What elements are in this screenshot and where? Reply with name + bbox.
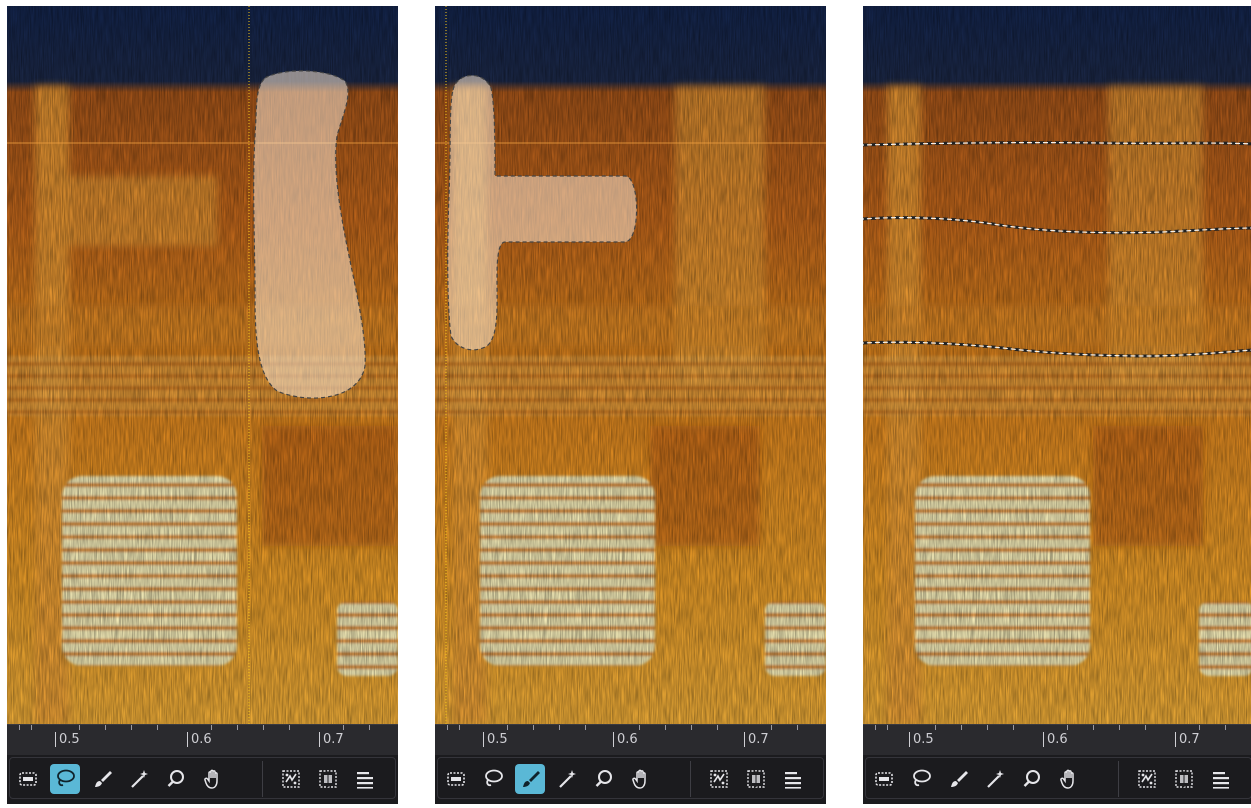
ruler-label: 0.5 <box>909 732 934 747</box>
magnifier-icon <box>595 770 612 787</box>
find-similar-selection-button[interactable] <box>1169 764 1199 794</box>
grab-scroll-button[interactable] <box>198 764 228 794</box>
toggle-list-button[interactable] <box>1206 764 1236 794</box>
selection-toolbar <box>435 755 826 804</box>
hand-icon <box>204 769 218 789</box>
lasso-icon <box>485 769 503 787</box>
ruler-label: 0.7 <box>744 732 769 747</box>
magnifier-icon <box>1023 770 1040 787</box>
lasso-selection-button[interactable] <box>906 764 936 794</box>
ruler-label: 0.5 <box>55 732 80 747</box>
find-similar-icon <box>1138 770 1156 788</box>
brush-selection-button[interactable] <box>515 764 545 794</box>
brush-icon <box>523 771 540 787</box>
rect-select-icon <box>447 772 465 786</box>
lasso-selection-button[interactable] <box>50 764 80 794</box>
find-similar-selection-icon <box>319 770 337 788</box>
selection-toolbar <box>863 755 1251 804</box>
ruler-label: 0.7 <box>319 732 344 747</box>
magic-wand-selection-button[interactable] <box>124 764 154 794</box>
list-icon <box>1213 772 1229 789</box>
spectrogram-view[interactable] <box>7 6 398 724</box>
spectrogram-grain <box>863 6 1251 724</box>
selection-toolbar <box>7 755 398 804</box>
brush-selection-button[interactable] <box>87 764 117 794</box>
time-frequency-selection-button[interactable] <box>441 764 471 794</box>
magnifier-icon <box>167 770 184 787</box>
brush-selection-button[interactable] <box>943 764 973 794</box>
ruler-label: 0.7 <box>1175 732 1200 747</box>
time-frequency-selection-button[interactable] <box>869 764 899 794</box>
find-similar-event-button[interactable] <box>704 764 734 794</box>
lasso-selection-button[interactable] <box>478 764 508 794</box>
zoom-button[interactable] <box>1017 764 1047 794</box>
find-similar-selection-button[interactable] <box>741 764 771 794</box>
magic-wand-icon <box>987 770 1004 788</box>
time-frequency-selection-button[interactable] <box>13 764 43 794</box>
time-ruler[interactable]: 0.5 0.6 0.7 <box>435 724 826 755</box>
ruler-label: 0.6 <box>187 732 212 747</box>
time-ruler[interactable]: 0.5 0.6 0.7 <box>7 724 398 755</box>
brush-icon <box>95 771 112 787</box>
zoom-button[interactable] <box>161 764 191 794</box>
magic-wand-selection-button[interactable] <box>552 764 582 794</box>
zoom-button[interactable] <box>589 764 619 794</box>
find-similar-selection-icon <box>747 770 765 788</box>
magic-wand-selection-button[interactable] <box>980 764 1010 794</box>
ruler-label: 0.6 <box>1043 732 1068 747</box>
rect-select-icon <box>19 772 37 786</box>
brush-icon <box>951 771 968 787</box>
spectrogram-view[interactable] <box>435 6 826 724</box>
hand-icon <box>1060 769 1074 789</box>
hand-icon <box>632 769 646 789</box>
list-icon <box>785 772 801 789</box>
lasso-icon <box>913 769 931 787</box>
find-similar-event-button[interactable] <box>1132 764 1162 794</box>
spectrogram-view[interactable] <box>863 6 1251 724</box>
ruler-label: 0.5 <box>483 732 508 747</box>
toggle-list-button[interactable] <box>778 764 808 794</box>
find-similar-selection-button[interactable] <box>313 764 343 794</box>
rect-select-icon <box>875 772 893 786</box>
lasso-icon <box>57 769 75 787</box>
find-similar-event-button[interactable] <box>276 764 306 794</box>
spectral-editor-panel-3: 0.5 0.6 0.7 <box>863 6 1251 804</box>
magic-wand-icon <box>559 770 576 788</box>
find-similar-icon <box>710 770 728 788</box>
grab-scroll-button[interactable] <box>1054 764 1084 794</box>
magic-wand-icon <box>131 770 148 788</box>
find-similar-selection-icon <box>1175 770 1193 788</box>
spectral-editor-panel-1: 0.5 0.6 0.7 <box>7 6 398 804</box>
grab-scroll-button[interactable] <box>626 764 656 794</box>
spectral-editor-panel-2: 0.5 0.6 0.7 <box>435 6 826 804</box>
toggle-list-button[interactable] <box>350 764 380 794</box>
find-similar-icon <box>282 770 300 788</box>
list-icon <box>357 772 373 789</box>
time-ruler[interactable]: 0.5 0.6 0.7 <box>863 724 1251 755</box>
ruler-label: 0.6 <box>613 732 638 747</box>
